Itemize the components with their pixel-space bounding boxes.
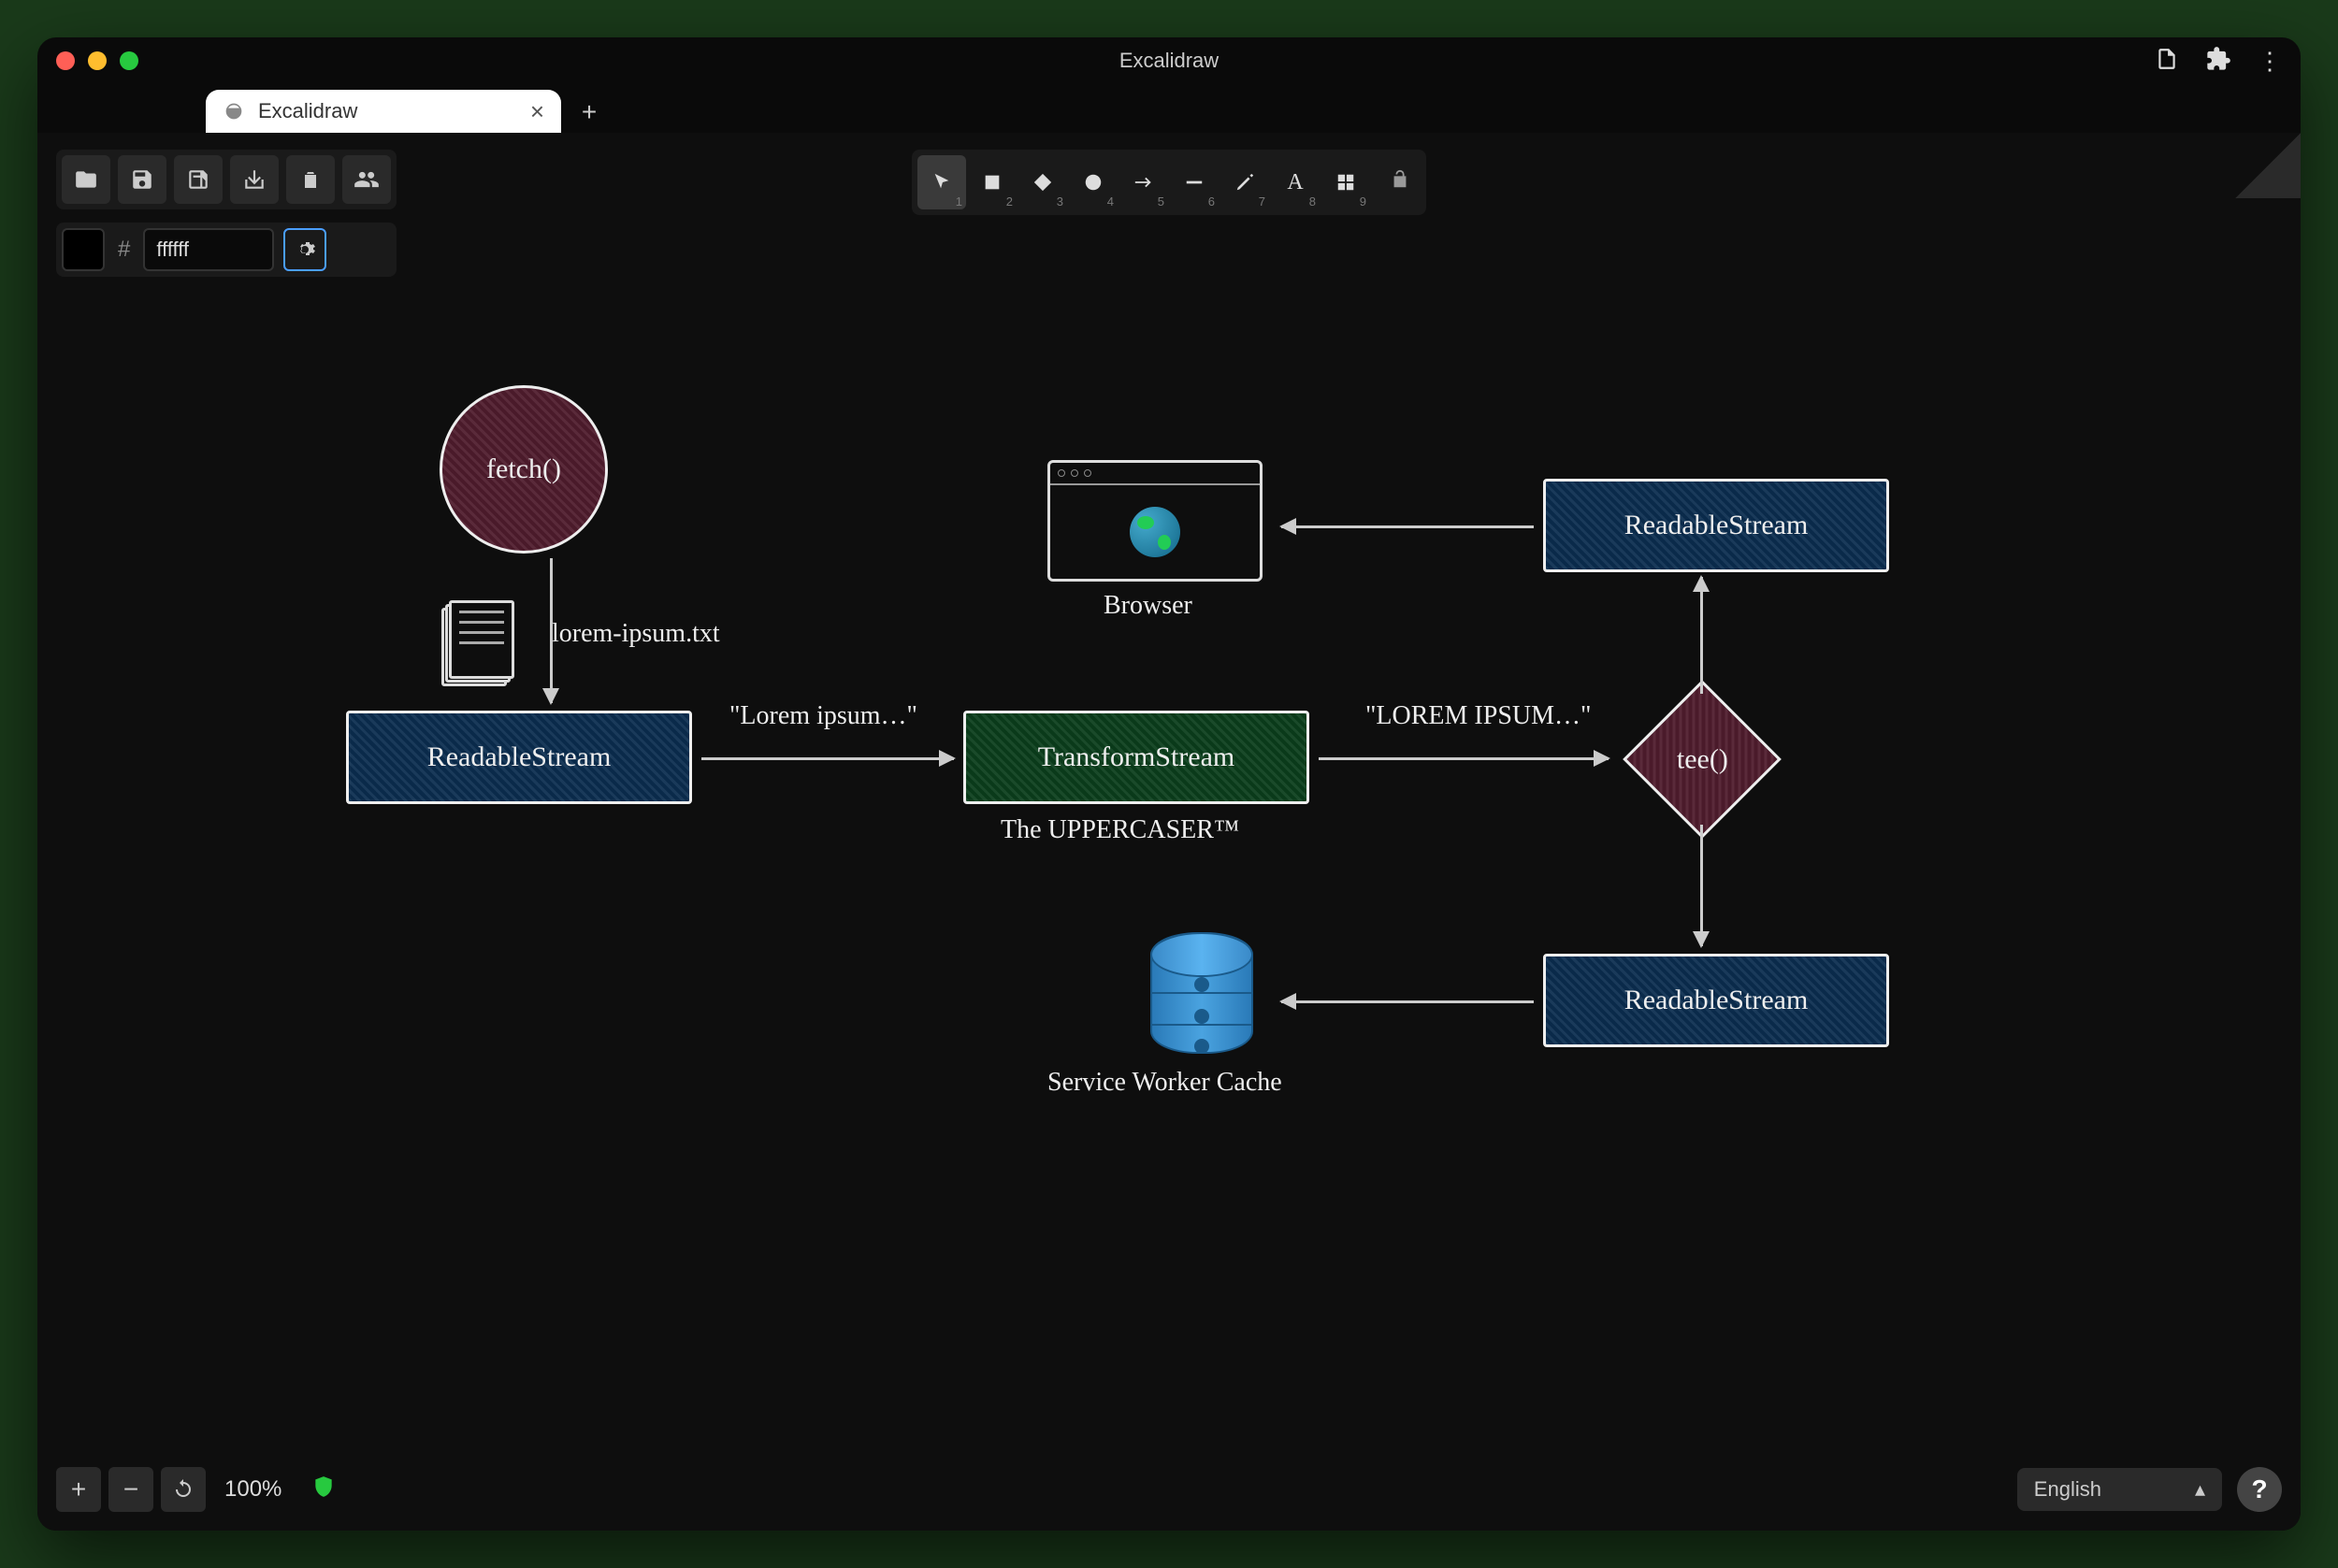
document-icon[interactable] [2155, 47, 2179, 76]
tabs-row: Excalidraw × + [37, 84, 2301, 133]
zoom-value: 100% [213, 1476, 293, 1503]
fullscreen-window-button[interactable] [120, 51, 138, 70]
language-value: English [2034, 1477, 2101, 1502]
window-title: Excalidraw [1119, 49, 1219, 73]
arrow-fetch-to-readable[interactable] [550, 558, 553, 703]
more-icon[interactable]: ⋮ [2258, 47, 2282, 76]
edge-label-lorem: "Lorem ipsum…" [729, 701, 917, 731]
arrow-readable-to-cache[interactable] [1281, 1000, 1534, 1003]
tab-favicon-icon [223, 100, 245, 122]
extension-icon[interactable] [2205, 46, 2231, 77]
bottom-right-controls: English ▴ ? [2017, 1467, 2282, 1512]
cache-label: Service Worker Cache [1047, 1068, 1282, 1098]
zoom-controls: + − 100% [56, 1467, 336, 1512]
zoom-out-button[interactable]: − [108, 1467, 153, 1512]
node-readablestream-1[interactable]: ReadableStream [346, 711, 692, 804]
close-window-button[interactable] [56, 51, 75, 70]
transform-subtitle: The UPPERCASER™ [1001, 815, 1239, 845]
edge-label-upper: "LOREM IPSUM…" [1365, 701, 1591, 731]
language-select[interactable]: English ▴ [2017, 1468, 2222, 1511]
node-label: ReadableStream [1624, 510, 1809, 541]
browser-window-icon[interactable] [1047, 460, 1263, 582]
minimize-window-button[interactable] [88, 51, 107, 70]
node-tee-diamond[interactable]: tee() [1623, 680, 1782, 839]
zoom-in-button[interactable]: + [56, 1467, 101, 1512]
document-stack-icon[interactable] [449, 600, 514, 679]
shield-icon[interactable] [311, 1474, 336, 1505]
chevron-up-icon: ▴ [2195, 1477, 2205, 1502]
node-label: TransformStream [1038, 741, 1235, 773]
tab-close-icon[interactable]: × [530, 97, 544, 126]
browser-label: Browser [1104, 591, 1192, 621]
drawing-canvas[interactable]: fetch() lorem-ipsum.txt ReadableStream "… [37, 133, 2301, 1531]
node-label: tee() [1677, 743, 1728, 775]
traffic-lights [56, 51, 138, 70]
file-name-label: lorem-ipsum.txt [552, 619, 720, 649]
app-canvas-area: # 1 2 3 4 [37, 133, 2301, 1531]
arrow-readable-to-transform[interactable] [701, 757, 954, 760]
arrow-transform-to-tee[interactable] [1319, 757, 1609, 760]
browser-tab[interactable]: Excalidraw × [206, 90, 561, 133]
node-readablestream-2[interactable]: ReadableStream [1543, 479, 1889, 572]
database-cylinder-icon[interactable] [1150, 932, 1253, 1054]
app-window: Excalidraw ⋮ Excalidraw × + [37, 37, 2301, 1531]
new-tab-button[interactable]: + [569, 92, 610, 133]
node-readablestream-3[interactable]: ReadableStream [1543, 954, 1889, 1047]
arrow-tee-to-readable-up[interactable] [1700, 577, 1703, 694]
arrow-readable-to-browser[interactable] [1281, 525, 1534, 528]
node-label: ReadableStream [1624, 985, 1809, 1016]
tab-title: Excalidraw [258, 99, 357, 123]
help-button[interactable]: ? [2237, 1467, 2282, 1512]
node-label: ReadableStream [427, 741, 612, 773]
zoom-reset-button[interactable] [161, 1467, 206, 1512]
node-fetch-circle[interactable]: fetch() [440, 385, 608, 554]
node-label: fetch() [486, 453, 561, 485]
globe-icon [1130, 507, 1180, 557]
arrow-tee-to-readable-down[interactable] [1700, 825, 1703, 946]
node-transformstream[interactable]: TransformStream [963, 711, 1309, 804]
titlebar: Excalidraw ⋮ [37, 37, 2301, 84]
